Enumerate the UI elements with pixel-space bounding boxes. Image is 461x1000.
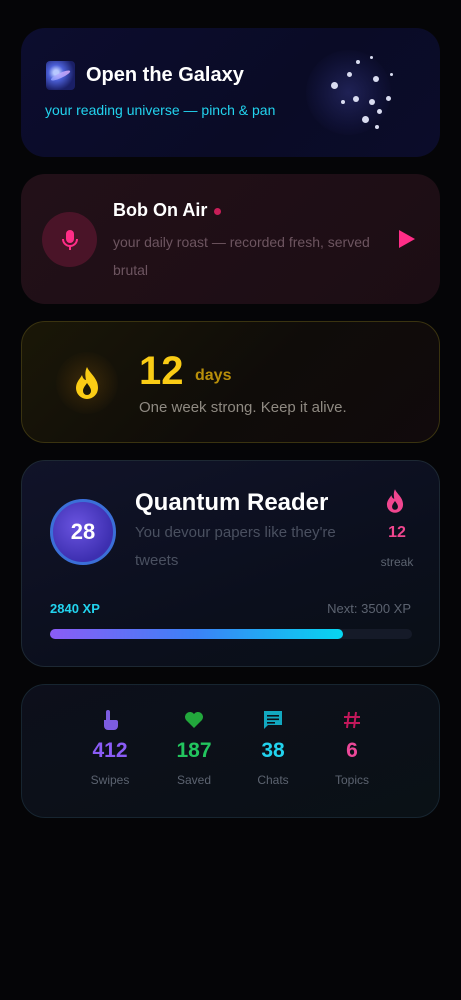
stat-value: 187 bbox=[176, 739, 212, 762]
stat-label: Chats bbox=[257, 773, 289, 787]
galaxy-card[interactable]: Open the Galaxy your reading universe — … bbox=[21, 28, 440, 157]
streak-count: 12 bbox=[388, 524, 406, 541]
profile-level-card: 28 Quantum Reader You devour papers like… bbox=[21, 460, 440, 667]
play-icon[interactable] bbox=[399, 230, 415, 248]
stat-value: 412 bbox=[92, 739, 128, 762]
galaxy-subtitle: your reading universe — pinch & pan bbox=[45, 102, 276, 118]
mic-icon-badge bbox=[42, 212, 97, 267]
milky-way-icon bbox=[46, 61, 75, 90]
swipe-hand-icon bbox=[104, 710, 118, 730]
flame-icon bbox=[76, 367, 98, 399]
hash-icon bbox=[344, 711, 360, 729]
rank-subtitle: You devour papers like they're tweets bbox=[135, 524, 336, 569]
stat-swipes: 412 Swipes bbox=[75, 709, 145, 787]
stat-value: 38 bbox=[261, 739, 285, 762]
stat-label: Swipes bbox=[90, 773, 130, 787]
streak-label: streak bbox=[380, 555, 414, 569]
live-indicator-dot bbox=[214, 208, 221, 215]
xp-next-goal: Next: 3500 XP bbox=[327, 601, 411, 616]
stat-value: 6 bbox=[346, 739, 358, 762]
galaxy-title: Open the Galaxy bbox=[86, 64, 244, 86]
stat-saved: 187 Saved bbox=[159, 709, 229, 787]
podcast-title: Bob On Air bbox=[113, 200, 208, 220]
galaxy-preview-graphic bbox=[306, 50, 393, 135]
podcast-card[interactable]: Bob On Air your daily roast — recorded f… bbox=[21, 174, 440, 304]
stat-label: Saved bbox=[176, 773, 212, 787]
chat-icon bbox=[264, 711, 282, 729]
stat-topics: 6 Topics bbox=[317, 709, 387, 787]
streak-flame-icon bbox=[386, 489, 404, 513]
streak-card: 12 days One week strong. Keep it alive. bbox=[21, 321, 440, 443]
streak-message: One week strong. Keep it alive. bbox=[139, 399, 347, 416]
rank-title: Quantum Reader bbox=[135, 489, 329, 516]
xp-current: 2840 XP bbox=[50, 601, 100, 616]
xp-progress-fill bbox=[50, 629, 344, 639]
stat-chats: 38 Chats bbox=[238, 709, 308, 787]
mic-icon bbox=[61, 229, 78, 250]
xp-progress-bar bbox=[50, 629, 412, 639]
heart-icon bbox=[185, 712, 203, 728]
level-badge: 28 bbox=[50, 499, 116, 565]
flame-icon-badge bbox=[56, 352, 118, 414]
streak-unit: days bbox=[195, 367, 232, 384]
podcast-subtitle: your daily roast — recorded fresh, serve… bbox=[113, 234, 370, 278]
stat-label: Topics bbox=[334, 773, 369, 787]
stats-card: 412 Swipes 187 Saved 38 Chats 6 Topics bbox=[21, 684, 440, 818]
streak-day-count: 12 bbox=[139, 349, 184, 393]
